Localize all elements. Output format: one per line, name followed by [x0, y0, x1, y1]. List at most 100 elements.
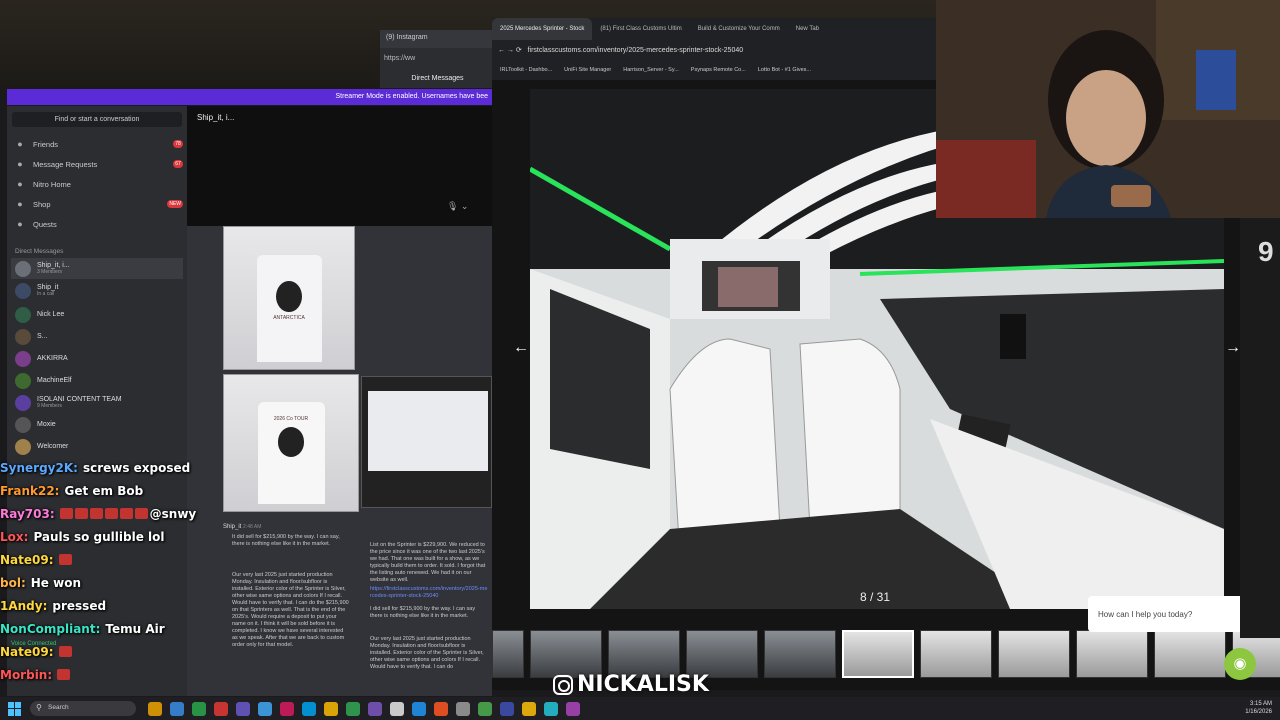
- nav-item-shop[interactable]: ● Shop NEW: [15, 196, 185, 212]
- thumbnail[interactable]: [920, 630, 992, 678]
- browser-tab[interactable]: 2025 Mercedes Sprinter - Stock: [492, 18, 593, 40]
- chat-username[interactable]: Synergy2K:: [0, 461, 78, 475]
- shirt-screenshot-image[interactable]: [361, 376, 492, 508]
- dm-name: Nick Lee: [37, 311, 65, 318]
- bookmark[interactable]: IRLToolkit - Dashbo...: [500, 67, 552, 73]
- nav-item-message-requests[interactable]: ● Message Requests 67: [15, 156, 185, 172]
- browser-tabs: 2025 Mercedes Sprinter - Stock (81) First…: [492, 18, 937, 40]
- chat-username[interactable]: Nate09:: [0, 553, 54, 567]
- nav-item-nitro-home[interactable]: ● Nitro Home: [15, 176, 185, 192]
- chat-username[interactable]: NonCompliant:: [0, 622, 100, 636]
- bookmark[interactable]: UniFi Site Manager: [564, 67, 611, 73]
- taskbar-app-icon[interactable]: [346, 701, 360, 716]
- taskbar-app-icon[interactable]: [236, 701, 250, 716]
- dm-item[interactable]: ISOLANI CONTENT TEAM 9 Members: [11, 392, 183, 413]
- taskbar-app-icon[interactable]: [390, 701, 404, 716]
- chat-username[interactable]: 1Andy:: [0, 599, 47, 613]
- taskbar-app-icon[interactable]: [456, 701, 470, 716]
- thumbnail[interactable]: [1076, 630, 1148, 678]
- taskbar-app-icon[interactable]: [302, 701, 316, 716]
- dm-text: Ship_it In a call: [37, 284, 58, 297]
- thumbnail[interactable]: [492, 630, 524, 678]
- chat-username[interactable]: Lox:: [0, 530, 28, 544]
- dm-item[interactable]: Ship_it In a call: [11, 280, 183, 301]
- taskbar-app-icon[interactable]: [214, 701, 228, 716]
- clock-time: 3:15 AM: [1249, 701, 1272, 707]
- taskbar-app-icon[interactable]: [434, 701, 448, 716]
- dm-item[interactable]: Ship_it, i... 3 Members: [11, 258, 183, 279]
- chevron-left-icon[interactable]: ←: [506, 334, 536, 364]
- address-bar[interactable]: ← → ⟳ firstclasscustoms.com/inventory/20…: [492, 42, 937, 60]
- avatar: [15, 372, 31, 389]
- dm-text: Welcomer: [37, 443, 68, 450]
- taskbar-app-icon[interactable]: [566, 701, 580, 716]
- url-text[interactable]: firstclasscustoms.com/inventory/2025-mer…: [528, 47, 744, 54]
- thumbnail[interactable]: [530, 630, 602, 678]
- streamer-mode-banner: Streamer Mode is enabled. Usernames have…: [7, 89, 492, 105]
- bookmark[interactable]: Psynaps Remote Co...: [691, 67, 746, 73]
- taskbar-app-icon[interactable]: [170, 701, 184, 716]
- shirt-image[interactable]: ANTARCTICA: [223, 226, 355, 370]
- nav-item-friends[interactable]: ● Friends 78: [15, 136, 185, 152]
- taskbar-app-icon[interactable]: [192, 701, 206, 716]
- taskbar-search[interactable]: ⚲ Search: [30, 701, 136, 716]
- instagram-window: (9) Instagram https://ww Direct Messages: [380, 30, 495, 88]
- chat-support-icon[interactable]: ◉: [1224, 648, 1256, 680]
- chat-username[interactable]: Nate09:: [0, 645, 54, 659]
- taskbar-app-icon[interactable]: [478, 701, 492, 716]
- bookmarks-bar: IRLToolkit - Dashbo... UniFi Site Manager…: [492, 62, 937, 78]
- thumbnail[interactable]: [998, 630, 1070, 678]
- taskbar-app-icon[interactable]: [522, 701, 536, 716]
- thumbnail[interactable]: [764, 630, 836, 678]
- browser-tab[interactable]: New Tab: [788, 18, 827, 40]
- taskbar-app-icon[interactable]: [500, 701, 514, 716]
- side-number: 9: [1258, 236, 1274, 267]
- instagram-url[interactable]: https://ww: [380, 50, 495, 70]
- taskbar-app-icon[interactable]: [544, 701, 558, 716]
- tab-label: New Tab: [795, 26, 820, 32]
- nav-badge: NEW: [167, 200, 183, 208]
- emote-icon: [57, 669, 71, 680]
- instagram-icon: [553, 674, 573, 695]
- emote-icon: [58, 646, 72, 657]
- taskbar-app-icon[interactable]: [368, 701, 382, 716]
- dm-item[interactable]: Welcomer: [11, 436, 183, 457]
- message-link[interactable]: https://firstclasscustoms.com/inventory/…: [370, 586, 488, 600]
- dm-item[interactable]: Nick Lee: [11, 304, 183, 325]
- taskbar-app-icon[interactable]: [412, 701, 426, 716]
- dm-name: AKKIRRA: [37, 355, 68, 362]
- browser-tab[interactable]: (81) First Class Customs Ultim: [592, 18, 689, 40]
- message-5: Our very last 2025 just started producti…: [370, 636, 484, 670]
- dm-item[interactable]: MachineElf: [11, 370, 183, 391]
- taskbar-app-icon[interactable]: [280, 701, 294, 716]
- shirt-label: ANTARCTICA: [273, 315, 305, 322]
- thumbnail[interactable]: [1154, 630, 1226, 678]
- nav-item-quests[interactable]: ● Quests: [15, 216, 185, 232]
- microphone-icon[interactable]: 🎙 ⌄: [447, 201, 468, 212]
- chat-username[interactable]: bol:: [0, 576, 26, 590]
- taskbar-clock[interactable]: 3:15 AM 1/16/2026: [1245, 700, 1272, 716]
- dm-item[interactable]: S...: [11, 326, 183, 347]
- tab-label: 2025 Mercedes Sprinter - Stock: [500, 26, 585, 32]
- dm-item[interactable]: AKKIRRA: [11, 348, 183, 369]
- bookmark[interactable]: Harrison_Server - Sy...: [623, 67, 679, 73]
- avatar: [15, 306, 31, 323]
- browser-tab[interactable]: Build & Customize Your Comm: [690, 18, 788, 40]
- taskbar-app-icon[interactable]: [258, 701, 272, 716]
- taskbar-app-icon[interactable]: [324, 701, 338, 716]
- find-conversation-input[interactable]: Find or start a conversation: [12, 112, 182, 127]
- bookmark[interactable]: Lotto Bot - #1 Gives...: [758, 67, 811, 73]
- taskbar-app-icon[interactable]: [148, 701, 162, 716]
- dm-item[interactable]: Moxie: [11, 414, 183, 435]
- thumbnail[interactable]: [608, 630, 680, 678]
- chat-username[interactable]: Ray703:: [0, 507, 55, 521]
- instagram-tab[interactable]: (9) Instagram: [380, 30, 495, 48]
- chat-username[interactable]: Frank22:: [0, 484, 59, 498]
- chat-header: Ship_it, i... 🎙 ⌄: [187, 106, 492, 226]
- thumbnail[interactable]: [842, 630, 914, 678]
- help-chat-bubble[interactable]: How can I help you today?: [1088, 596, 1256, 632]
- windows-start-icon[interactable]: [8, 701, 22, 716]
- thumbnail[interactable]: [686, 630, 758, 678]
- instagram-watermark: NICKALISK: [553, 672, 709, 697]
- chat-username[interactable]: Morbin:: [0, 668, 52, 682]
